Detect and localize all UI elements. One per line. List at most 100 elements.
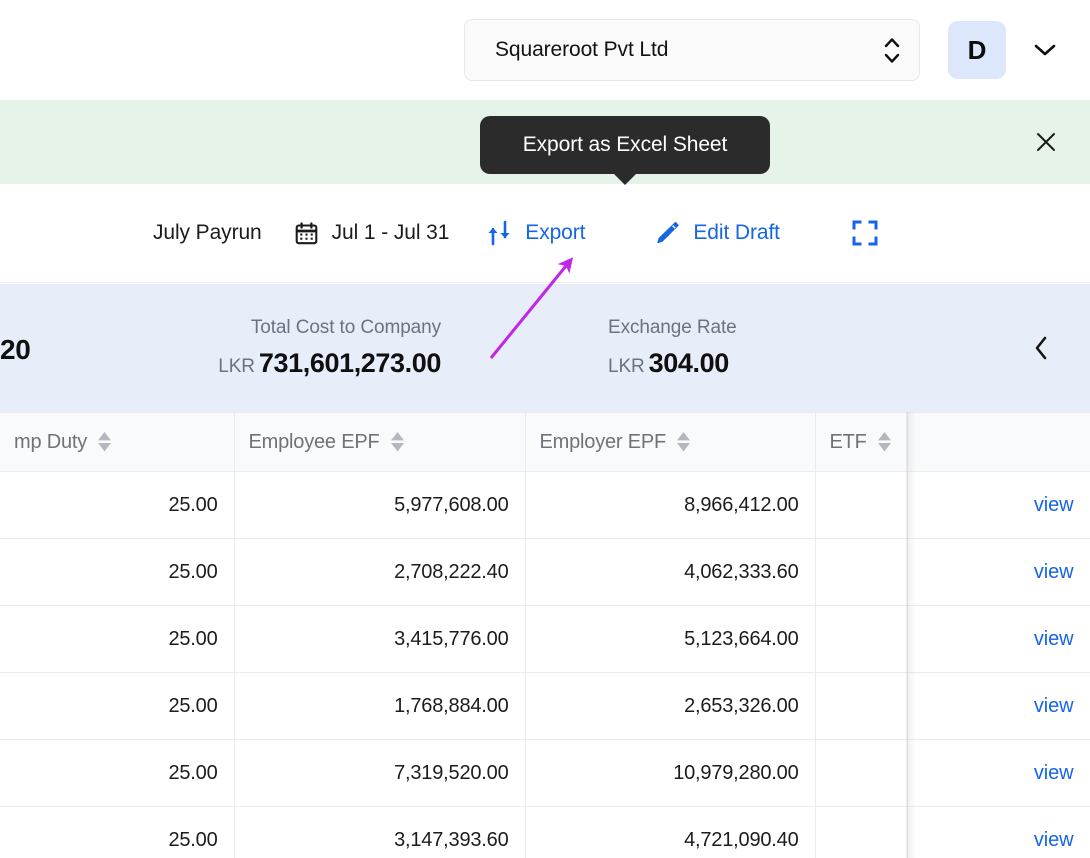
- edit-draft-button[interactable]: Edit Draft: [653, 219, 780, 247]
- cell-stamp-duty: 25.00: [0, 471, 235, 539]
- cell-employer-epf: 5,123,664.00: [525, 605, 816, 673]
- cell-stamp-duty: 25.00: [0, 605, 235, 673]
- cell-employer-epf: 2,653,326.00: [525, 672, 816, 740]
- sort-icon[interactable]: [97, 432, 112, 452]
- cell-employee-epf: 3,415,776.00: [234, 605, 526, 673]
- export-icon: [488, 220, 510, 246]
- calendar-icon: [295, 221, 317, 244]
- sort-icon[interactable]: [676, 432, 691, 452]
- summary-currency: LKR: [218, 356, 255, 377]
- banner-close-button[interactable]: [1026, 122, 1066, 162]
- cell-employer-epf: 4,062,333.60: [525, 538, 816, 606]
- expand-fullscreen-button[interactable]: [850, 218, 880, 248]
- summary-card-label: Exchange Rate: [608, 317, 737, 338]
- top-bar: Squareroot Pvt Ltd D: [0, 0, 1090, 100]
- pencil-icon: [657, 221, 680, 244]
- company-selector-value: Squareroot Pvt Ltd: [495, 38, 669, 61]
- column-header-label: ETF: [829, 430, 867, 453]
- payrun-title: July Payrun: [153, 221, 262, 244]
- avatar[interactable]: D: [948, 21, 1006, 79]
- column-header-action: [907, 412, 1090, 472]
- table-body: 25.00 5,977,608.00 8,966,412.00 view 25.00 2,…: [0, 471, 1090, 858]
- chevron-left-icon: [1035, 336, 1047, 360]
- payrun-table[interactable]: mp Duty Employee EPF Employer EPF ETF 25…: [0, 412, 1090, 858]
- close-icon: [1037, 133, 1055, 151]
- cell-action: view: [907, 672, 1090, 740]
- export-tooltip: Export as Excel Sheet: [480, 116, 770, 174]
- cell-employee-epf: 7,319,520.00: [234, 739, 526, 807]
- cell-action: view: [907, 471, 1090, 539]
- table-row[interactable]: 25.00 1,768,884.00 2,653,326.00 view: [0, 672, 1090, 740]
- selector-updown-icon[interactable]: [883, 37, 901, 64]
- cell-stamp-duty: 25.00: [0, 739, 235, 807]
- column-header-label: Employer EPF: [539, 430, 667, 453]
- table-header-row: mp Duty Employee EPF Employer EPF ETF: [0, 412, 1090, 472]
- cell-etf: [815, 605, 908, 673]
- date-range-text: Jul 1 - Jul 31: [331, 221, 450, 244]
- summary-card-value: LKR 731,601,273.00: [120, 348, 441, 379]
- summary-card-label: Total Cost to Company: [250, 317, 441, 338]
- company-selector[interactable]: Squareroot Pvt Ltd: [464, 19, 920, 81]
- summary-amount: 731,601,273.00: [258, 348, 441, 378]
- account-menu-button[interactable]: [1028, 33, 1062, 67]
- cell-employer-epf: 8,966,412.00: [525, 471, 816, 539]
- summary-amount: 304.00: [648, 348, 730, 378]
- column-header-employee-epf[interactable]: Employee EPF: [234, 412, 526, 472]
- fullscreen-icon: [852, 220, 878, 246]
- cell-etf: [815, 538, 908, 606]
- cell-etf: [815, 739, 908, 807]
- cell-action: view: [907, 605, 1090, 673]
- table-row[interactable]: 25.00 5,977,608.00 8,966,412.00 view: [0, 471, 1090, 539]
- avatar-initial: D: [967, 34, 987, 65]
- table-row[interactable]: 25.00 3,415,776.00 5,123,664.00 view: [0, 605, 1090, 673]
- table-row[interactable]: 25.00 2,708,222.40 4,062,333.60 view: [0, 538, 1090, 606]
- table-row[interactable]: 25.00 7,319,520.00 10,979,280.00 view: [0, 739, 1090, 807]
- view-link[interactable]: view: [1034, 561, 1074, 583]
- summary-prev-button[interactable]: [1025, 332, 1057, 364]
- cell-etf: [815, 806, 908, 858]
- summary-card-value: LKR 304.00: [608, 348, 848, 379]
- export-button[interactable]: Export: [485, 218, 585, 248]
- column-header-label: mp Duty: [14, 430, 88, 453]
- cell-action: view: [907, 739, 1090, 807]
- tooltip-text: Export as Excel Sheet: [522, 133, 728, 156]
- payrun-action-bar: July Payrun Jul 1 - Jul 31 Export Edit D…: [0, 184, 1090, 283]
- cell-action: view: [907, 806, 1090, 858]
- cell-etf: [815, 672, 908, 740]
- cell-employer-epf: 10,979,280.00: [525, 739, 816, 807]
- payrun-screen: Squareroot Pvt Ltd D July Payrun Jul 1 -…: [0, 0, 1090, 858]
- cell-employee-epf: 3,147,393.60: [234, 806, 526, 858]
- cell-stamp-duty: 25.00: [0, 806, 235, 858]
- view-link[interactable]: view: [1034, 494, 1074, 516]
- view-link[interactable]: view: [1034, 695, 1074, 717]
- export-label: Export: [525, 221, 586, 244]
- summary-card-total-cost: Total Cost to Company LKR 731,601,273.00: [120, 317, 441, 379]
- sort-icon[interactable]: [390, 432, 405, 452]
- cell-employer-epf: 4,721,090.40: [525, 806, 816, 858]
- view-link[interactable]: view: [1034, 829, 1074, 851]
- summary-partial-value: 20: [0, 334, 31, 365]
- edit-draft-label: Edit Draft: [693, 221, 780, 244]
- cell-action: view: [907, 538, 1090, 606]
- view-link[interactable]: view: [1034, 628, 1074, 650]
- cell-etf: [815, 471, 908, 539]
- summary-card-exchange-rate: Exchange Rate LKR 304.00: [608, 317, 848, 379]
- view-link[interactable]: view: [1034, 762, 1074, 784]
- cell-employee-epf: 2,708,222.40: [234, 538, 526, 606]
- column-header-label: Employee EPF: [248, 430, 380, 453]
- sort-icon[interactable]: [877, 432, 892, 452]
- payrun-summary-strip: 20 Total Cost to Company LKR 731,601,273.…: [0, 284, 1090, 412]
- cell-employee-epf: 1,768,884.00: [234, 672, 526, 740]
- table-header: mp Duty Employee EPF Employer EPF ETF: [0, 412, 1090, 472]
- cell-stamp-duty: 25.00: [0, 672, 235, 740]
- chevron-down-icon: [1034, 44, 1056, 56]
- payrun-table-element: mp Duty Employee EPF Employer EPF ETF 25…: [0, 412, 1090, 858]
- column-header-stamp-duty[interactable]: mp Duty: [0, 412, 235, 472]
- summary-currency: LKR: [608, 356, 645, 377]
- table-row[interactable]: 25.00 3,147,393.60 4,721,090.40 view: [0, 806, 1090, 858]
- column-header-etf[interactable]: ETF: [815, 412, 908, 472]
- cell-employee-epf: 5,977,608.00: [234, 471, 526, 539]
- payrun-date-range[interactable]: Jul 1 - Jul 31: [294, 221, 450, 246]
- cell-stamp-duty: 25.00: [0, 538, 235, 606]
- column-header-employer-epf[interactable]: Employer EPF: [525, 412, 816, 472]
